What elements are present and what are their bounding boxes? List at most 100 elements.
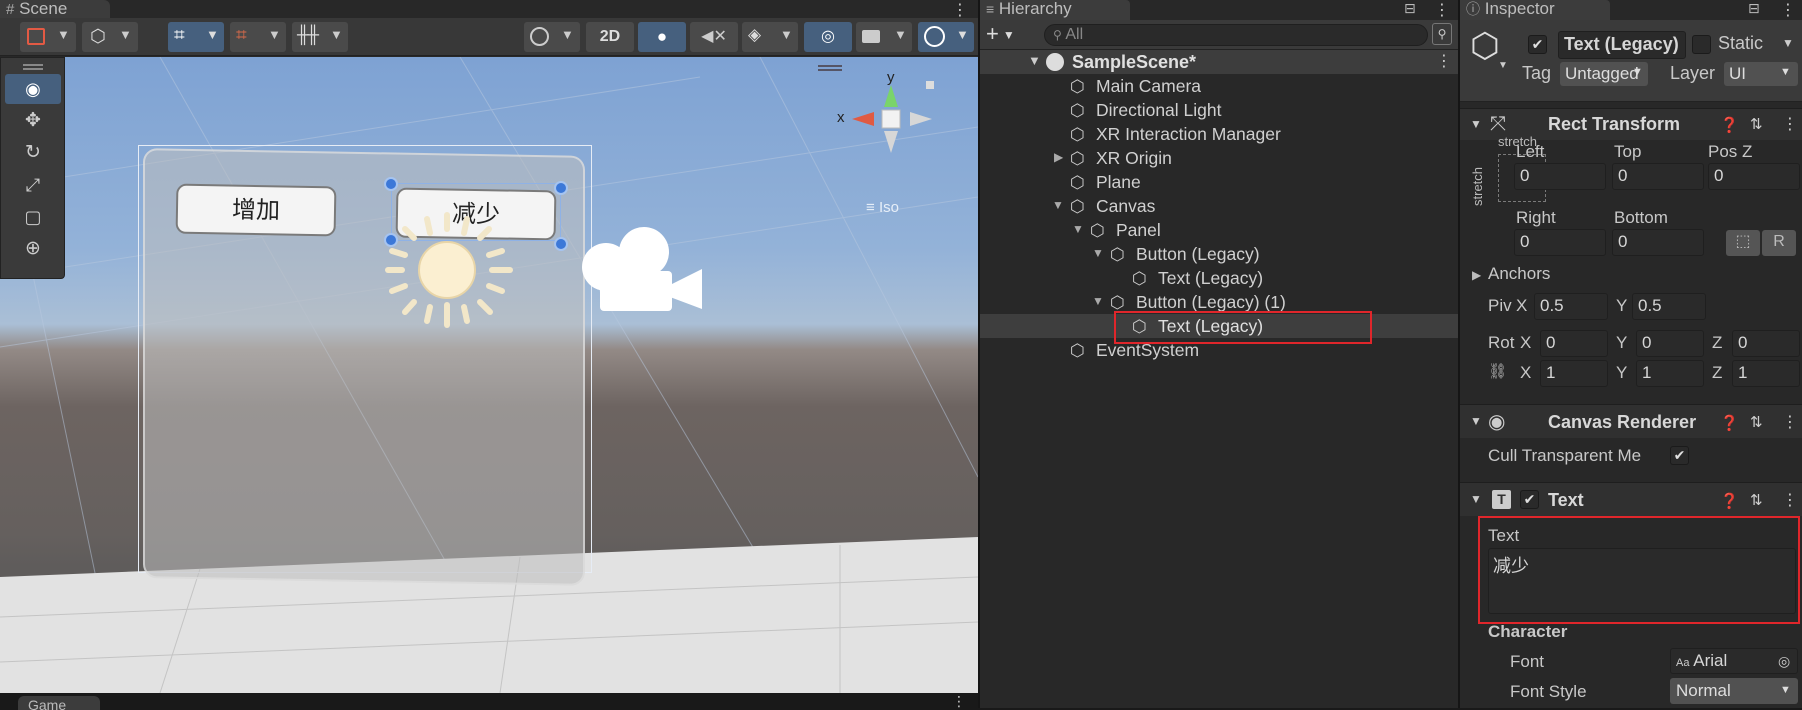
chevron-down-icon[interactable]: ▼ [1092, 246, 1104, 260]
tools-overlay: ◉ ✥ ↻ ⤢ ▢ ⊕ [0, 57, 65, 279]
object-picker-icon[interactable]: ◎ [1778, 653, 1790, 670]
static-checkbox[interactable] [1692, 35, 1711, 54]
left-field[interactable]: 0 [1514, 163, 1606, 190]
search-options-icon[interactable]: ⚲ [1432, 23, 1452, 45]
blueprint-mode-button[interactable]: ⬚ [1726, 230, 1760, 256]
scale-z-field[interactable]: 1 [1732, 360, 1800, 387]
presets-icon[interactable]: ⇅ [1750, 413, 1763, 431]
scale-x-field[interactable]: 1 [1540, 360, 1608, 387]
component-menu-icon[interactable]: ⋮ [1782, 114, 1798, 134]
inspector-menu-icon[interactable]: ⋮ [1780, 0, 1796, 20]
top-field[interactable]: 0 [1612, 163, 1704, 190]
list-item[interactable]: ▼ ⬡ Canvas [980, 194, 1458, 218]
list-item[interactable]: ⬡ Main Camera [980, 74, 1458, 98]
bottom-field[interactable]: 0 [1612, 229, 1704, 256]
link-scale-icon[interactable]: ⛓ [1488, 362, 1507, 380]
inspector-tab[interactable]: ⓘ Inspector [1460, 0, 1610, 20]
projection-label[interactable]: ≡ Iso [866, 199, 899, 216]
maximize-icon[interactable]: ⊟ [1404, 0, 1416, 17]
hierarchy-tab[interactable]: ≡ Hierarchy [980, 0, 1130, 20]
help-icon[interactable]: ❓ [1720, 414, 1739, 432]
pivot-x-field[interactable]: 0.5 [1534, 293, 1608, 320]
handle-bottom-right[interactable] [554, 237, 568, 251]
component-menu-icon[interactable]: ⋮ [1782, 490, 1798, 510]
lighting-toggle[interactable]: ● [638, 22, 686, 52]
cull-transparent-checkbox[interactable]: ✔ [1670, 446, 1689, 465]
increase-button[interactable]: 增加 [175, 183, 337, 237]
game-menu-icon[interactable]: ⋮ [952, 693, 966, 710]
view-tool[interactable]: ◉ [5, 74, 61, 104]
scene-menu-icon[interactable]: ⋮ [952, 0, 968, 20]
text-enabled-checkbox[interactable]: ✔ [1520, 490, 1539, 509]
presets-icon[interactable]: ⇅ [1750, 491, 1763, 509]
handle-top-left[interactable] [384, 177, 398, 191]
effects-dropdown[interactable]: ◈ ▼ [742, 22, 798, 52]
chevron-down-icon[interactable]: ▼ [1498, 60, 1508, 71]
scale-y-field[interactable]: 1 [1636, 360, 1704, 387]
rot-y-field[interactable]: 0 [1636, 330, 1704, 357]
ruler-button[interactable]: ╫╫ ▼ [292, 22, 348, 52]
rot-z-field[interactable]: 0 [1732, 330, 1800, 357]
chevron-right-icon[interactable]: ▶ [1472, 268, 1481, 282]
chevron-down-icon[interactable]: ▼ [1052, 198, 1064, 212]
orientation-gizmo[interactable]: y x [830, 67, 940, 177]
move-tool[interactable]: ✥ [5, 106, 61, 136]
draw-mode-dropdown[interactable]: ▼ [20, 22, 76, 52]
lock-icon[interactable] [926, 81, 934, 89]
chevron-down-icon[interactable]: ▼ [1072, 222, 1084, 236]
list-item[interactable]: ⬡ Directional Light [980, 98, 1458, 122]
maximize-icon[interactable]: ⊟ [1748, 0, 1760, 17]
scale-x-label: X [1520, 363, 1532, 382]
font-style-dropdown[interactable]: Normal [1670, 678, 1798, 704]
rect-tool[interactable]: ▢ [5, 202, 61, 232]
list-item[interactable]: ⬡ Plane [980, 170, 1458, 194]
2d-toggle[interactable]: 2D [586, 22, 634, 52]
rot-x-field[interactable]: 0 [1540, 330, 1608, 357]
help-icon[interactable]: ❓ [1720, 116, 1739, 134]
visibility-toggle[interactable]: ◎ [804, 22, 852, 52]
overlay-grip-icon[interactable] [23, 64, 43, 70]
scene-row[interactable]: ▼ SampleScene* ⋮ [980, 50, 1458, 74]
chevron-down-icon[interactable]: ▼ [1782, 36, 1794, 50]
list-item[interactable]: ⬡ Text (Legacy) [980, 266, 1458, 290]
help-icon[interactable]: ❓ [1720, 492, 1739, 510]
gizmos-dropdown[interactable]: ▼ [918, 22, 974, 52]
camera-gizmo-icon[interactable] [578, 225, 708, 315]
camera-dropdown[interactable]: ▼ [856, 22, 912, 52]
pivot-y-field[interactable]: 0.5 [1632, 293, 1706, 320]
grid-snap-button[interactable]: ⌗ ▼ [168, 22, 224, 52]
cube-icon: ⬡ [90, 26, 106, 46]
active-checkbox[interactable]: ✔ [1528, 35, 1547, 54]
raw-edit-button[interactable]: R [1762, 230, 1796, 256]
rotate-tool[interactable]: ↻ [5, 138, 61, 168]
list-item[interactable]: ▶ ⬡ XR Origin [980, 146, 1458, 170]
presets-icon[interactable]: ⇅ [1750, 115, 1763, 133]
increment-snap-button[interactable]: ⌗ ▼ [230, 22, 286, 52]
list-item[interactable]: ⬡ XR Interaction Manager [980, 122, 1458, 146]
render-mode-dropdown[interactable]: ⬡ ▼ [82, 22, 138, 52]
scene-viewport[interactable]: ◉ ✥ ↻ ⤢ ▢ ⊕ 增加 减少 y x ≡ Iso [0, 57, 978, 693]
list-item[interactable]: ▼ ⬡ Button (Legacy) [980, 242, 1458, 266]
shading-dropdown[interactable]: ▼ [524, 22, 580, 52]
viewport-grip-icon[interactable] [818, 65, 842, 71]
hierarchy-menu-icon[interactable]: ⋮ [1434, 0, 1450, 20]
audio-toggle[interactable]: ◀✕ [690, 22, 738, 52]
sun-light-icon[interactable] [372, 207, 522, 337]
scene-menu-icon[interactable]: ⋮ [1436, 51, 1452, 71]
font-style-value: Normal [1676, 681, 1731, 700]
component-menu-icon[interactable]: ⋮ [1782, 412, 1798, 432]
object-name-field[interactable]: Text (Legacy) [1558, 31, 1686, 59]
right-field[interactable]: 0 [1514, 229, 1606, 256]
scale-tool[interactable]: ⤢ [5, 170, 61, 200]
list-item[interactable]: ▼ ⬡ Panel [980, 218, 1458, 242]
scene-tab[interactable]: # Scene [0, 0, 110, 20]
add-object-button[interactable]: + ▼ [986, 21, 1015, 47]
hierarchy-search-input[interactable]: ⚲ All [1044, 24, 1428, 46]
chevron-right-icon[interactable]: ▶ [1054, 150, 1063, 164]
canvas-renderer-header[interactable]: ▼ ◉ Canvas Renderer ❓ ⇅ ⋮ [1460, 404, 1802, 438]
transform-tool[interactable]: ⊕ [5, 234, 61, 264]
posz-field[interactable]: 0 [1708, 163, 1800, 190]
chevron-down-icon[interactable]: ▼ [1092, 294, 1104, 308]
text-component-header[interactable]: ▼ T ✔ Text ❓ ⇅ ⋮ [1460, 482, 1802, 516]
handle-top-right[interactable] [554, 181, 568, 195]
